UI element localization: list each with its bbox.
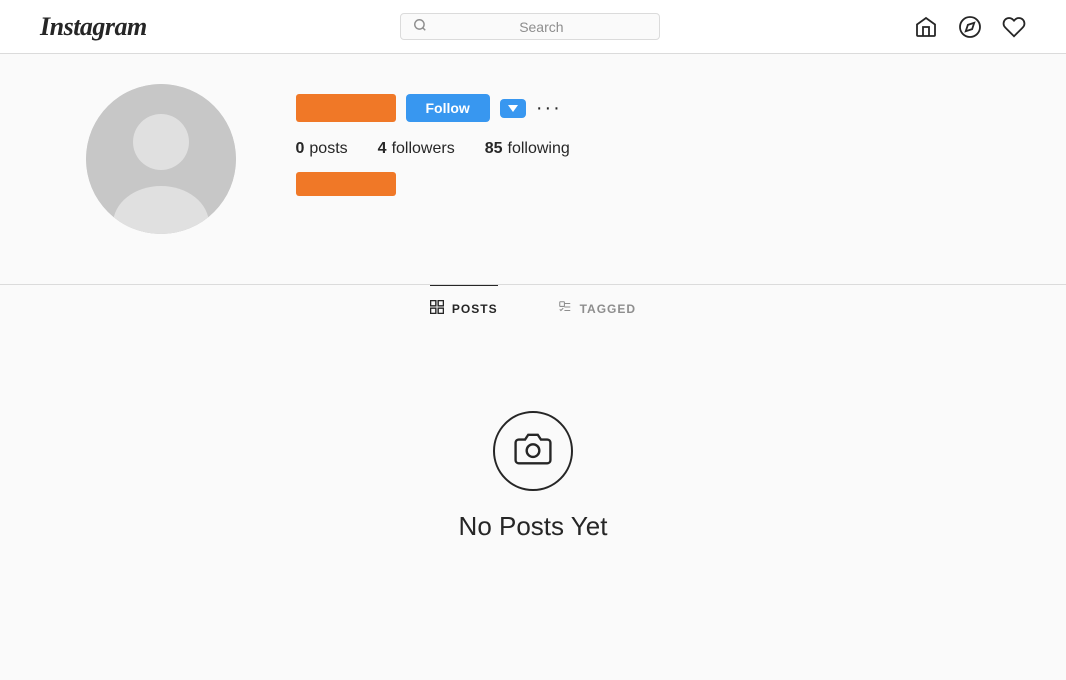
profile-stats: 0 posts 4 followers 85 following (296, 140, 981, 158)
profile-top: Follow ··· 0 posts 4 followers (86, 84, 981, 234)
avatar-silhouette (86, 84, 236, 234)
username-block (296, 94, 396, 122)
followers-stat[interactable]: 4 followers (378, 140, 455, 158)
following-stat[interactable]: 85 following (485, 140, 570, 158)
grid-icon (430, 300, 444, 317)
tab-tagged-label: TAGGED (580, 302, 636, 316)
posts-stat: 0 posts (296, 140, 348, 158)
avatar (86, 84, 236, 234)
heart-icon[interactable] (1002, 15, 1026, 39)
no-posts-text: No Posts Yet (459, 511, 608, 542)
header: Instagram (0, 0, 1066, 54)
more-options-button[interactable]: ··· (536, 98, 562, 118)
tab-posts-label: POSTS (452, 302, 498, 316)
tag-icon (558, 300, 572, 317)
camera-icon (514, 430, 552, 473)
bio-block (296, 172, 396, 196)
nav-icons (914, 15, 1026, 39)
search-icon (413, 18, 427, 35)
home-icon[interactable] (914, 15, 938, 39)
following-label: following (508, 140, 570, 158)
avatar-wrapper (86, 84, 236, 234)
tab-tagged[interactable]: TAGGED (558, 285, 636, 331)
search-bar[interactable] (400, 13, 660, 40)
camera-circle (493, 411, 573, 491)
logo: Instagram (40, 12, 147, 42)
profile-actions: Follow ··· (296, 94, 981, 122)
profile-container: Follow ··· 0 posts 4 followers (66, 54, 1001, 274)
posts-label: posts (309, 140, 347, 158)
follow-dropdown-button[interactable] (500, 99, 526, 118)
profile-info: Follow ··· 0 posts 4 followers (296, 84, 981, 196)
posts-count: 0 (296, 140, 305, 158)
tabs-container: POSTS TAGGED (66, 285, 1001, 331)
following-count: 85 (485, 140, 503, 158)
explore-icon[interactable] (958, 15, 982, 39)
tab-posts[interactable]: POSTS (430, 285, 498, 331)
followers-label: followers (392, 140, 455, 158)
search-input[interactable] (435, 19, 647, 35)
empty-state: No Posts Yet (0, 331, 1066, 582)
follow-button[interactable]: Follow (406, 94, 490, 122)
followers-count: 4 (378, 140, 387, 158)
